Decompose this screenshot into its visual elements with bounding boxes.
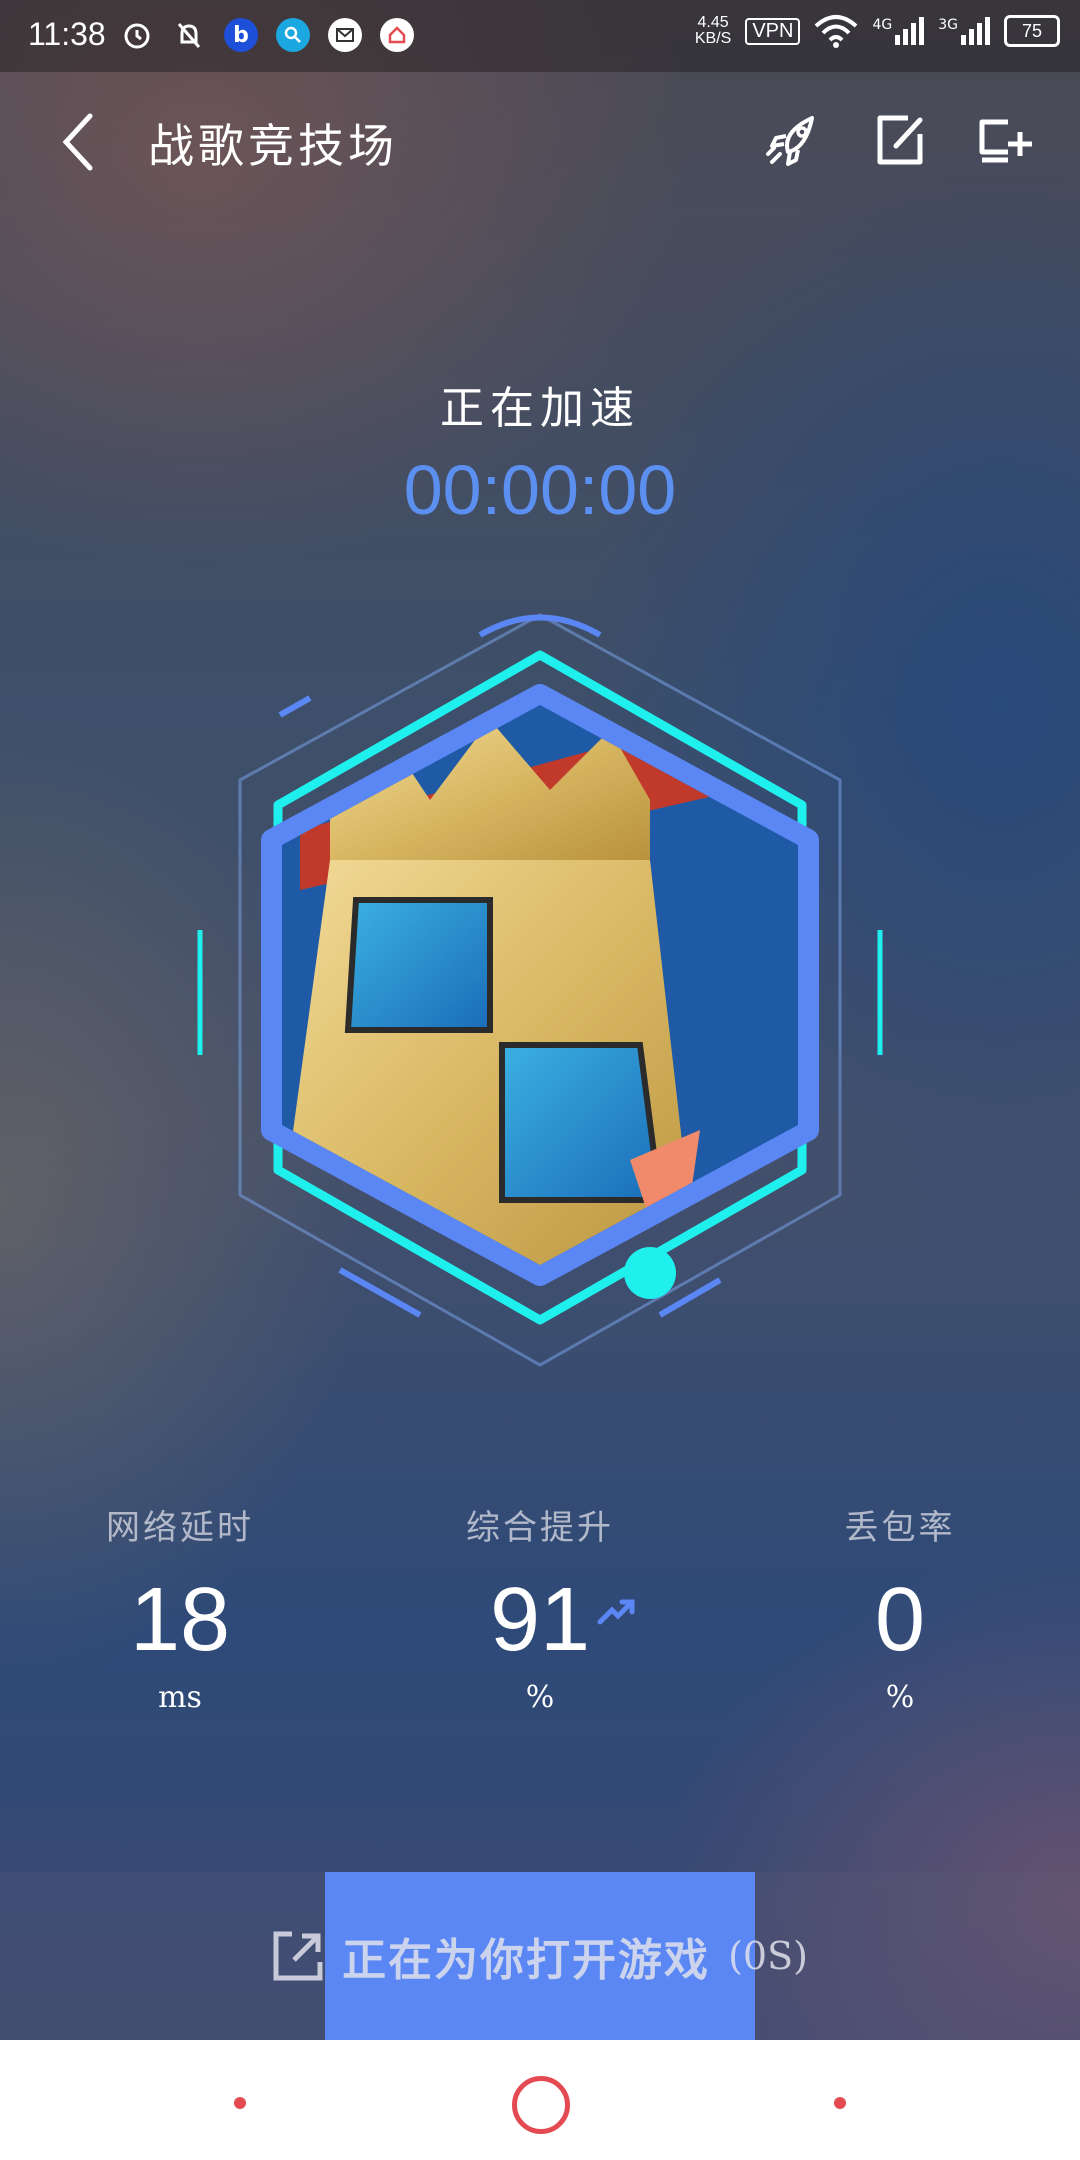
stat-latency: 网络延时 18 ms xyxy=(40,1500,320,1715)
nav-back-dot[interactable] xyxy=(834,2097,846,2109)
stat-packet-loss: 丢包率 0 % xyxy=(760,1500,1040,1715)
trend-up-icon xyxy=(597,1599,635,1625)
net-speed: 4.45 KB/S xyxy=(695,15,731,47)
rocket-icon[interactable] xyxy=(762,108,826,172)
open-countdown: (0S) xyxy=(728,1934,808,1978)
mute-bell-icon xyxy=(172,18,206,52)
packet-loss-value: 0 xyxy=(874,1570,926,1670)
alarm-icon xyxy=(120,18,154,52)
open-game-row: 正在为你打开游戏 (0S) xyxy=(0,1924,1080,1988)
improvement-label: 综合提升 xyxy=(466,1508,614,1548)
wifi-icon xyxy=(815,15,858,48)
signal-4g: 4G xyxy=(872,17,925,45)
page-title: 战歌竞技场 xyxy=(148,119,398,173)
mail-app-icon xyxy=(328,18,362,52)
open-game-bar[interactable]: 正在为你打开游戏 (0S) xyxy=(0,1872,1080,2040)
accel-timer: 00:00:00 xyxy=(403,451,677,529)
improvement-value: 91 xyxy=(489,1570,591,1670)
edit-icon[interactable] xyxy=(868,108,932,172)
battery-icon: 75 xyxy=(1004,15,1060,47)
app-b-icon: b xyxy=(224,18,258,52)
net-speed-unit: KB/S xyxy=(694,30,732,47)
nav-menu-dot[interactable] xyxy=(234,2097,246,2109)
open-game-label: 正在为你打开游戏 xyxy=(342,1935,711,1986)
app-screen: 11:38 b 4.45 KB/S VPN 4G 3G 75 战歌竞技场 正在加… xyxy=(0,0,1080,2040)
add-shortcut-icon[interactable] xyxy=(972,108,1036,172)
signal-3g: 3G xyxy=(938,17,990,45)
search-app-icon xyxy=(276,18,310,52)
net-speed-value: 4.45 xyxy=(697,14,729,31)
header: 战歌竞技场 xyxy=(0,72,1080,212)
latency-value: 18 xyxy=(129,1570,231,1670)
signal-4g-label: 4G xyxy=(872,17,893,33)
progress-knob xyxy=(624,1247,676,1299)
stat-improvement: 综合提升 91 % xyxy=(400,1500,680,1715)
status-bar: 11:38 b 4.45 KB/S VPN 4G 3G 75 xyxy=(0,0,1080,72)
vpn-badge: VPN xyxy=(745,17,801,45)
system-nav-bar xyxy=(0,2040,1080,2160)
status-system-icons: 4.45 KB/S VPN 4G 3G 75 xyxy=(695,14,1060,48)
nav-home-button[interactable] xyxy=(512,2076,570,2134)
latency-unit: ms xyxy=(158,1680,202,1715)
hex-rings xyxy=(197,613,883,1367)
packet-loss-label: 丢包率 xyxy=(844,1508,956,1548)
accel-status: 正在加速 xyxy=(440,383,640,434)
status-notification-icons: b xyxy=(120,18,414,52)
signal-3g-label: 3G xyxy=(938,17,958,33)
back-arrow-icon[interactable] xyxy=(58,112,98,172)
latency-label: 网络延时 xyxy=(106,1508,254,1548)
game-hex-badge xyxy=(180,600,900,1380)
status-time: 11:38 xyxy=(28,16,106,52)
external-link-icon xyxy=(273,1931,323,1981)
packet-loss-unit: % xyxy=(885,1680,915,1715)
home-app-icon xyxy=(380,18,414,52)
improvement-unit: % xyxy=(525,1680,555,1715)
